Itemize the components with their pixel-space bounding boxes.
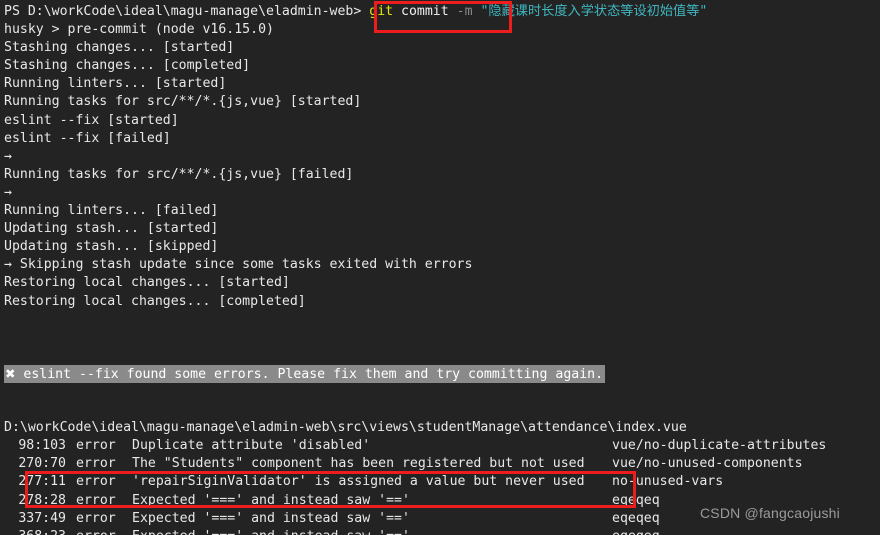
table-row: 368:23errorExpected '===' and instead sa… bbox=[4, 528, 880, 535]
output-line-arrow-second: → bbox=[4, 184, 12, 200]
error-rule: vue/no-unused-components bbox=[612, 456, 803, 472]
error-message: Expected '===' and instead saw '==' bbox=[132, 510, 410, 526]
terminal-window[interactable]: PS D:\workCode\ideal\magu-manage\eladmin… bbox=[0, 0, 880, 535]
command-subcommand-commit: commit bbox=[393, 4, 457, 19]
cross-mark-icon: ✖ bbox=[5, 365, 16, 381]
eslint-failure-banner-row: ✖ eslint --fix found some errors. Please… bbox=[4, 364, 880, 383]
error-location: 278:28 bbox=[18, 492, 66, 508]
error-message: The "Students" component has been regist… bbox=[132, 456, 585, 472]
output-line-restoring-started: Restoring local changes... [started] bbox=[4, 275, 290, 291]
error-severity: error bbox=[76, 510, 116, 526]
output-line-tasks-started: Running tasks for src/**/*.{js,vue} [sta… bbox=[4, 94, 362, 110]
output-line-eslint-started: eslint --fix [started] bbox=[4, 112, 179, 128]
output-line-stash-started: Stashing changes... [started] bbox=[4, 40, 235, 56]
error-rule: vue/no-duplicate-attributes bbox=[612, 438, 827, 454]
error-rule: eqeqeq bbox=[612, 492, 660, 508]
command-message-argument: "隐藏课时长度入学状态等设初始值等" bbox=[472, 4, 708, 19]
command-keyword-git: git bbox=[369, 4, 394, 19]
lint-report-file-path: D:\workCode\ideal\magu-manage\eladmin-we… bbox=[4, 420, 687, 436]
prompt-prefix: PS bbox=[4, 4, 28, 19]
output-line-linters-failed: Running linters... [failed] bbox=[4, 203, 219, 219]
output-line-updating-stash-started: Updating stash... [started] bbox=[4, 221, 219, 237]
error-message: Duplicate attribute 'disabled' bbox=[132, 438, 371, 454]
output-line-husky: husky > pre-commit (node v16.15.0) bbox=[4, 22, 274, 38]
prompt-line: PS D:\workCode\ideal\magu-manage\eladmin… bbox=[4, 3, 880, 21]
table-row: 270:70 error The "Students" component has … bbox=[4, 455, 880, 473]
command-flag-message: -m bbox=[456, 4, 473, 19]
eslint-failure-banner: ✖ eslint --fix found some errors. Please… bbox=[4, 364, 606, 383]
prompt-cwd: D:\workCode\ideal\magu-manage\eladmin-we… bbox=[27, 4, 354, 19]
error-message: Expected '===' and instead saw '==' bbox=[132, 528, 410, 535]
output-line-restoring-completed: Restoring local changes... [completed] bbox=[4, 293, 306, 309]
table-row: 277:11 error 'repairSiginValidator' is ass… bbox=[4, 473, 880, 491]
eslint-failure-banner-text: eslint --fix found some errors. Please f… bbox=[15, 366, 604, 382]
error-severity: error bbox=[76, 474, 116, 490]
output-line-updating-stash-skipped: Updating stash... [skipped] bbox=[4, 239, 219, 255]
error-location: 368:23 bbox=[4, 528, 66, 535]
output-line-tasks-failed: Running tasks for src/**/*.{js,vue} [fai… bbox=[4, 166, 354, 182]
output-line-linters-started: Running linters... [started] bbox=[4, 76, 227, 92]
error-rule: no-unused-vars bbox=[612, 474, 724, 490]
error-rule: eqeqeq bbox=[612, 528, 660, 535]
terminal-output: PS D:\workCode\ideal\magu-manage\eladmin… bbox=[4, 3, 880, 535]
error-message: Expected '===' and instead saw '==' bbox=[132, 492, 410, 508]
error-location: 98:103 bbox=[18, 438, 66, 454]
error-severity: error bbox=[76, 438, 116, 454]
error-message: 'repairSiginValidator' is assigned a val… bbox=[132, 474, 585, 490]
error-location: 337:49 bbox=[18, 510, 66, 526]
table-row: 98:103 error Duplicate attribute 'disabled… bbox=[4, 437, 880, 455]
error-severity: error bbox=[76, 456, 116, 472]
error-location: 277:11 bbox=[18, 474, 66, 490]
output-line-eslint-failed: eslint --fix [failed] bbox=[4, 130, 171, 146]
output-line-arrow-first: → bbox=[4, 148, 12, 164]
error-location: 270:70 bbox=[18, 456, 66, 472]
watermark: CSDN @fangcaojushi bbox=[700, 505, 840, 521]
error-severity: error bbox=[66, 528, 132, 535]
output-line-skipping-stash-note: → Skipping stash update since some tasks… bbox=[4, 257, 473, 273]
error-severity: error bbox=[76, 492, 116, 508]
error-rule: eqeqeq bbox=[612, 510, 660, 526]
output-line-stash-completed: Stashing changes... [completed] bbox=[4, 58, 251, 74]
